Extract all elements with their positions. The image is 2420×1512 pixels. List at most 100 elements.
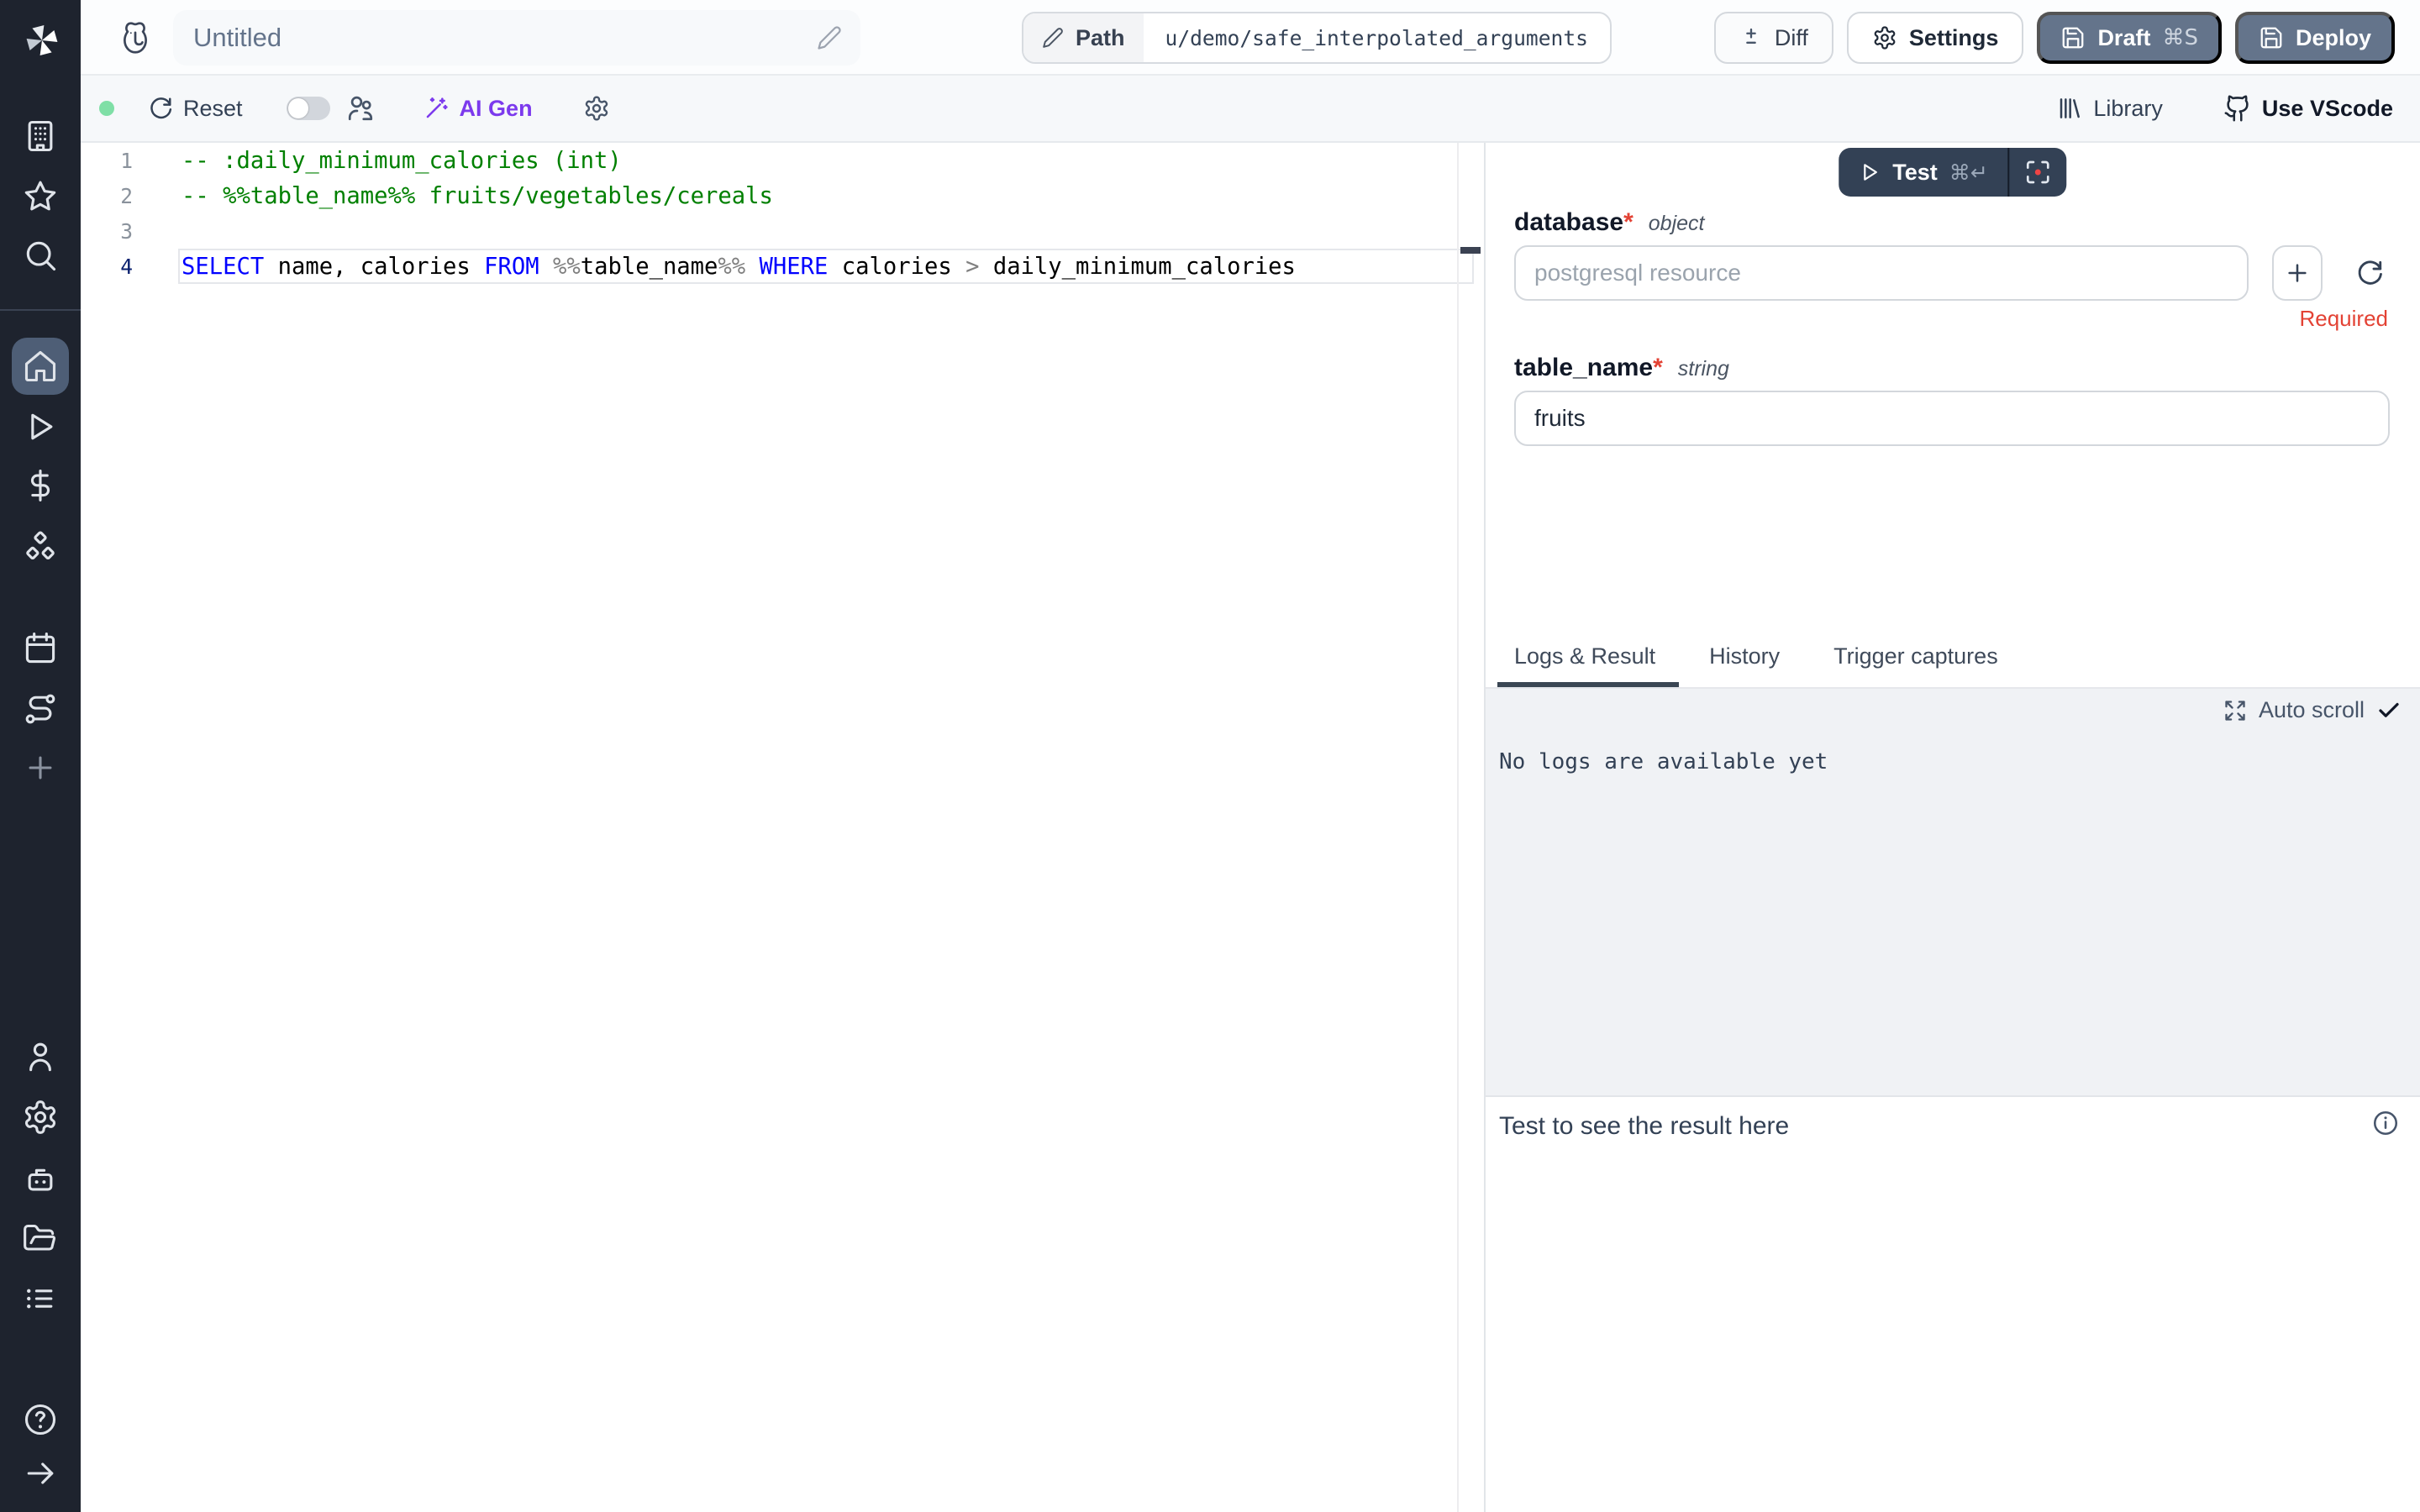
line-text: SELECT name, calories FROM %%table_name%… xyxy=(182,254,1296,280)
topbar: Path u/demo/safe_interpolated_arguments … xyxy=(81,0,2420,76)
windmill-logo-icon[interactable] xyxy=(22,20,59,57)
draft-button[interactable]: Draft ⌘S xyxy=(2037,12,2222,64)
postgresql-icon xyxy=(116,18,155,57)
ai-gen-label: AI Gen xyxy=(460,96,533,122)
test-split-button: Test ⌘↵ xyxy=(1839,148,2066,197)
library-button[interactable]: Library xyxy=(2056,95,2163,122)
code-editor[interactable]: 1 -- :daily_minimum_calories (int) 2 -- %%t… xyxy=(81,143,1484,1512)
variables-dollar-icon[interactable] xyxy=(22,467,59,504)
settings-gear-icon[interactable] xyxy=(22,1099,59,1136)
edit-title-pencil-icon[interactable] xyxy=(817,25,842,50)
windmill-script-editor: Path u/demo/safe_interpolated_arguments … xyxy=(0,0,2420,1512)
checkmark-icon xyxy=(2376,698,2402,723)
result-hint: Test to see the result here xyxy=(1499,1112,1789,1141)
refresh-icon xyxy=(148,96,173,121)
logs-panel: Auto scroll No logs are available yet xyxy=(1486,689,2420,1095)
field-table-name-name: table_name xyxy=(1514,354,1653,382)
help-icon[interactable] xyxy=(22,1401,59,1438)
library-icon xyxy=(2056,95,2083,122)
save-icon xyxy=(2259,25,2284,50)
magic-wand-icon xyxy=(423,95,450,122)
home-icon[interactable] xyxy=(22,348,59,385)
auto-scroll-label: Auto scroll xyxy=(2259,697,2365,723)
settings-button-label: Settings xyxy=(1909,25,1999,51)
editor-settings-gear-icon[interactable] xyxy=(583,95,610,122)
code-line[interactable]: 3 xyxy=(81,213,1484,249)
tab-logs-result[interactable]: Logs & Result xyxy=(1514,625,1655,687)
field-database-type: object xyxy=(1649,212,1705,236)
table-name-input[interactable] xyxy=(1514,391,2390,446)
info-icon[interactable] xyxy=(2371,1109,2400,1137)
workspace-icon[interactable] xyxy=(22,118,59,155)
code-lines: 1 -- :daily_minimum_calories (int) 2 -- %%t… xyxy=(81,143,1484,284)
overview-ruler xyxy=(1457,143,1459,1512)
triggers-route-icon[interactable] xyxy=(22,690,59,727)
add-resource-button[interactable] xyxy=(2272,245,2323,301)
reset-label: Reset xyxy=(183,96,243,122)
deploy-button[interactable]: Deploy xyxy=(2235,12,2395,64)
sidebar-divider xyxy=(0,309,81,311)
script-title-field[interactable] xyxy=(173,10,860,66)
code-line[interactable]: 1 -- :daily_minimum_calories (int) xyxy=(81,143,1484,178)
result-tabs: Logs & Result History Trigger captures xyxy=(1486,625,2420,689)
schedules-calendar-icon[interactable] xyxy=(22,630,59,667)
save-icon xyxy=(2060,25,2086,50)
required-asterisk: * xyxy=(1653,354,1663,382)
audit-logs-list-icon[interactable] xyxy=(22,1280,59,1317)
path-label: Path xyxy=(1023,13,1144,62)
github-icon xyxy=(2223,94,2252,123)
capture-frame-icon xyxy=(2025,159,2052,186)
field-table-name-type: string xyxy=(1678,357,1729,381)
tab-history[interactable]: History xyxy=(1709,625,1780,687)
draft-shortcut: ⌘S xyxy=(2162,25,2198,50)
auto-scroll-toggle[interactable]: Auto scroll xyxy=(2223,697,2402,723)
multiplayer-toggle[interactable] xyxy=(287,97,330,120)
capture-button[interactable] xyxy=(2010,148,2067,197)
code-line[interactable]: 2 -- %%table_name%% fruits/vegetables/cer… xyxy=(81,178,1484,213)
content: 1 -- :daily_minimum_calories (int) 2 -- %%t… xyxy=(81,143,2420,1512)
editor-toolbar: Reset AI Gen Library xyxy=(81,76,2420,143)
diff-button[interactable]: Diff xyxy=(1714,12,1833,64)
test-panel-top: Test ⌘↵ xyxy=(1486,143,2420,625)
path-breadcrumb[interactable]: Path u/demo/safe_interpolated_arguments xyxy=(1022,12,1612,64)
line-text: -- :daily_minimum_calories (int) xyxy=(182,148,622,174)
test-button-label: Test xyxy=(1892,160,1938,186)
user-icon[interactable] xyxy=(22,1038,59,1075)
ai-gen-button[interactable]: AI Gen xyxy=(423,95,533,122)
field-database-name: database xyxy=(1514,208,1623,237)
favorites-star-icon[interactable] xyxy=(22,178,59,215)
refresh-resources-button[interactable] xyxy=(2349,253,2390,293)
use-vscode-button[interactable]: Use VScode xyxy=(2223,94,2393,123)
workers-robot-icon[interactable] xyxy=(22,1161,59,1198)
database-input[interactable] xyxy=(1514,245,2249,301)
line-number: 2 xyxy=(81,184,133,208)
library-label: Library xyxy=(2093,96,2163,122)
line-number: 1 xyxy=(81,149,133,173)
script-title-input[interactable] xyxy=(173,23,817,53)
required-asterisk: * xyxy=(1623,208,1634,237)
test-button[interactable]: Test ⌘↵ xyxy=(1839,148,2007,197)
line-text: -- %%table_name%% fruits/vegetables/cere… xyxy=(182,183,773,209)
settings-button[interactable]: Settings xyxy=(1847,12,2024,64)
code-line[interactable]: 4SELECT name, calories FROM %%table_name… xyxy=(81,249,1484,284)
test-shortcut: ⌘↵ xyxy=(1949,160,1988,185)
settings-gear-icon xyxy=(1872,25,1897,50)
runs-play-icon[interactable] xyxy=(22,408,59,445)
overview-ruler-cursor-mark xyxy=(1460,247,1481,254)
test-panel: Test ⌘↵ xyxy=(1484,143,2420,1512)
search-icon[interactable] xyxy=(22,237,59,274)
folders-icon[interactable] xyxy=(22,1221,59,1258)
result-panel: Test to see the result here xyxy=(1486,1095,2420,1512)
plus-icon xyxy=(2284,260,2311,286)
draft-button-label: Draft xyxy=(2097,25,2150,51)
path-value: u/demo/safe_interpolated_arguments xyxy=(1144,13,1610,62)
tab-trigger-captures[interactable]: Trigger captures xyxy=(1833,625,1998,687)
required-hint: Required xyxy=(1514,306,2390,332)
add-plus-icon[interactable] xyxy=(22,749,59,786)
resources-cubes-icon[interactable] xyxy=(22,529,59,566)
sidebar xyxy=(0,0,81,1512)
reset-button[interactable]: Reset xyxy=(148,96,243,122)
toggle-knob xyxy=(288,98,308,118)
expand-icon xyxy=(2223,699,2247,722)
expand-sidebar-arrow-icon[interactable] xyxy=(22,1455,59,1492)
